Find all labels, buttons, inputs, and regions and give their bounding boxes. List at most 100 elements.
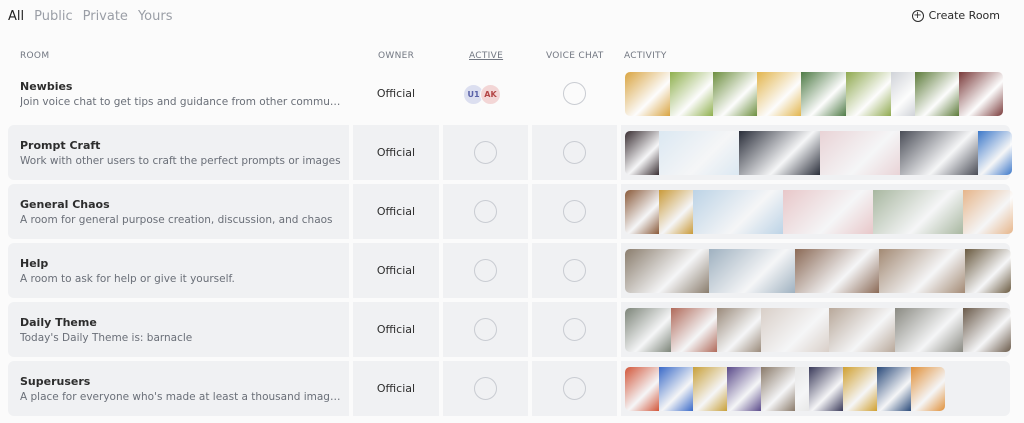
active-users-cell [443, 361, 528, 416]
activity-thumbnail[interactable] [879, 249, 965, 293]
column-header-voice-chat: VOICE CHAT [546, 51, 604, 61]
tab-public[interactable]: Public [34, 8, 72, 26]
activity-thumbnail[interactable] [820, 131, 900, 175]
activity-thumbnail[interactable] [965, 249, 1011, 293]
activity-thumbnail[interactable] [625, 249, 709, 293]
activity-thumbnail[interactable] [846, 72, 891, 116]
avatar[interactable]: AK [480, 84, 501, 105]
room-cell[interactable]: Prompt Craft Work with other users to cr… [8, 125, 349, 180]
table-row[interactable]: Daily Theme Today's Daily Theme is: barn… [8, 302, 1011, 357]
activity-thumbnail[interactable] [911, 367, 945, 411]
column-header-active[interactable]: ACTIVE [469, 51, 503, 61]
activity-thumbnail[interactable] [801, 72, 846, 116]
activity-cell[interactable] [621, 361, 1010, 416]
room-name: Newbies [20, 80, 73, 93]
active-indicator [474, 259, 497, 282]
join-voice-chat-button[interactable] [563, 318, 586, 341]
activity-thumbnail[interactable] [891, 72, 915, 116]
activity-thumbnail[interactable] [757, 72, 801, 116]
table-row[interactable]: Newbies Join voice chat to get tips and … [8, 66, 1010, 121]
room-filter-tabs: All Public Private Yours [8, 8, 172, 26]
column-header-room: ROOM [20, 51, 50, 61]
owner-cell: Official [353, 243, 439, 298]
room-cell[interactable]: Help A room to ask for help or give it y… [8, 243, 349, 298]
voice-chat-cell [532, 361, 617, 416]
activity-cell[interactable] [621, 302, 1011, 357]
room-name: Superusers [20, 375, 91, 388]
room-cell[interactable]: General Chaos A room for general purpose… [8, 184, 349, 239]
activity-thumbnail[interactable] [895, 308, 963, 352]
activity-thumbnail[interactable] [915, 72, 959, 116]
room-description: Join voice chat to get tips and guidance… [20, 96, 345, 108]
activity-cell[interactable] [621, 184, 1013, 239]
room-cell[interactable]: Newbies Join voice chat to get tips and … [8, 66, 349, 121]
create-room-button[interactable]: + Create Room [911, 9, 1000, 22]
activity-thumbnail[interactable] [877, 367, 911, 411]
activity-thumbnail[interactable] [809, 367, 843, 411]
table-row[interactable]: Superusers A place for everyone who's ma… [8, 361, 1010, 416]
activity-thumbnail[interactable] [727, 367, 761, 411]
activity-thumbnail[interactable] [625, 72, 670, 116]
activity-thumbnail[interactable] [659, 367, 693, 411]
activity-thumbnail[interactable] [783, 190, 873, 234]
activity-thumbnails [625, 72, 1003, 116]
activity-thumbnail[interactable] [829, 308, 895, 352]
table-row[interactable]: Help A room to ask for help or give it y… [8, 243, 1011, 298]
active-users-cell [443, 184, 528, 239]
activity-thumbnail[interactable] [959, 72, 1003, 116]
activity-thumbnails [625, 367, 945, 411]
activity-thumbnail[interactable] [625, 367, 659, 411]
active-users-cell [443, 125, 528, 180]
join-voice-chat-button[interactable] [563, 377, 586, 400]
activity-thumbnail[interactable] [795, 249, 879, 293]
activity-thumbnail[interactable] [761, 308, 829, 352]
room-owner: Official [376, 87, 416, 100]
room-owner: Official [376, 264, 416, 277]
table-row[interactable]: Prompt Craft Work with other users to cr… [8, 125, 1012, 180]
tab-private[interactable]: Private [83, 8, 128, 26]
activity-thumbnail[interactable] [625, 131, 659, 175]
join-voice-chat-button[interactable] [563, 200, 586, 223]
join-voice-chat-button[interactable] [563, 259, 586, 282]
activity-thumbnail[interactable] [843, 367, 877, 411]
activity-thumbnails [625, 308, 1011, 352]
join-voice-chat-button[interactable] [563, 141, 586, 164]
activity-thumbnail[interactable] [963, 190, 1013, 234]
voice-chat-cell [532, 302, 617, 357]
activity-thumbnail[interactable] [659, 190, 693, 234]
activity-thumbnail[interactable] [693, 190, 783, 234]
activity-cell[interactable] [621, 243, 1011, 298]
activity-thumbnail[interactable] [761, 367, 795, 411]
tab-yours[interactable]: Yours [138, 8, 173, 26]
activity-thumbnail[interactable] [873, 190, 963, 234]
tab-all[interactable]: All [8, 8, 24, 26]
activity-thumbnails [625, 249, 1011, 293]
activity-thumbnail[interactable] [713, 72, 757, 116]
activity-thumbnail[interactable] [900, 131, 978, 175]
activity-thumbnail[interactable] [795, 367, 809, 411]
room-cell[interactable]: Daily Theme Today's Daily Theme is: barn… [8, 302, 349, 357]
room-name: Daily Theme [20, 316, 97, 329]
activity-thumbnail[interactable] [709, 249, 795, 293]
activity-thumbnail[interactable] [963, 308, 1011, 352]
activity-thumbnail[interactable] [978, 131, 1012, 175]
activity-thumbnail[interactable] [625, 190, 659, 234]
table-row[interactable]: General Chaos A room for general purpose… [8, 184, 1013, 239]
room-name: General Chaos [20, 198, 110, 211]
active-indicator [474, 318, 497, 341]
room-cell[interactable]: Superusers A place for everyone who's ma… [8, 361, 349, 416]
activity-cell[interactable] [621, 125, 1012, 180]
activity-thumbnail[interactable] [693, 367, 727, 411]
activity-thumbnail[interactable] [659, 131, 739, 175]
active-users-cell [443, 302, 528, 357]
activity-thumbnail[interactable] [670, 72, 713, 116]
join-voice-chat-button[interactable] [563, 82, 586, 105]
active-indicator [474, 377, 497, 400]
activity-cell[interactable] [621, 66, 1010, 121]
activity-thumbnail[interactable] [671, 308, 717, 352]
activity-thumbnail[interactable] [717, 308, 761, 352]
active-indicator [474, 200, 497, 223]
activity-thumbnail[interactable] [625, 308, 671, 352]
column-header-activity: ACTIVITY [624, 51, 667, 61]
activity-thumbnail[interactable] [739, 131, 820, 175]
